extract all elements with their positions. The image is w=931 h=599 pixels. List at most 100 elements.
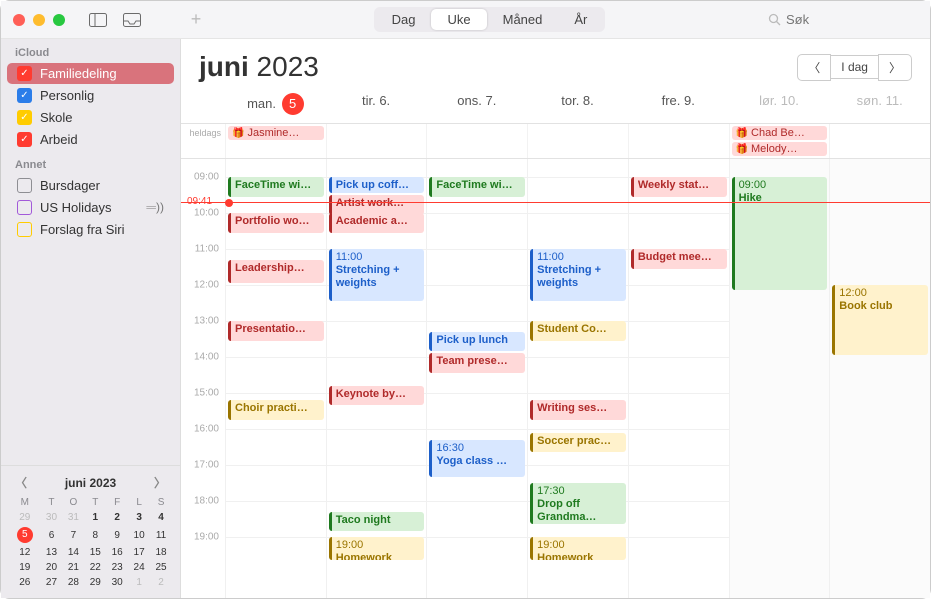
calendar-event[interactable]: Keynote by… bbox=[329, 386, 425, 406]
day-header[interactable]: ons. 7. bbox=[426, 87, 527, 123]
allday-cell[interactable] bbox=[326, 124, 427, 158]
view-month-tab[interactable]: Måned bbox=[487, 9, 559, 30]
mini-day[interactable]: 28 bbox=[62, 575, 84, 590]
allday-cell[interactable] bbox=[527, 124, 628, 158]
allday-event[interactable]: 🎁Jasmine… bbox=[228, 126, 324, 140]
calendar-event[interactable]: 11:00Stretching + weights bbox=[530, 249, 626, 301]
calendar-event[interactable]: Taco night bbox=[329, 512, 425, 532]
inbox-icon[interactable] bbox=[119, 9, 145, 31]
calendar-list-item[interactable]: ✓Skole bbox=[7, 107, 174, 128]
calendar-event[interactable]: 09:00Hike bbox=[732, 177, 828, 290]
mini-day[interactable]: 24 bbox=[128, 560, 150, 575]
allday-cell[interactable]: 🎁Chad Be… 🎁Melody… bbox=[729, 124, 830, 158]
view-week-tab[interactable]: Uke bbox=[431, 9, 486, 30]
mini-day[interactable]: 14 bbox=[62, 545, 84, 560]
mini-day[interactable]: 29 bbox=[84, 575, 106, 590]
calendar-event[interactable]: Student Co… bbox=[530, 321, 626, 341]
calendar-checkbox[interactable] bbox=[17, 222, 32, 237]
calendar-event[interactable]: Writing ses… bbox=[530, 400, 626, 420]
calendar-event[interactable]: Presentatio… bbox=[228, 321, 324, 341]
mini-day[interactable]: 30 bbox=[41, 510, 63, 525]
calendar-checkbox[interactable] bbox=[17, 178, 32, 193]
mini-day[interactable]: 13 bbox=[41, 545, 63, 560]
mini-day[interactable]: 19 bbox=[9, 560, 41, 575]
mini-day[interactable]: 22 bbox=[84, 560, 106, 575]
mini-day[interactable]: 1 bbox=[128, 575, 150, 590]
calendar-list-item[interactable]: Bursdager bbox=[7, 175, 174, 196]
allday-cell[interactable] bbox=[829, 124, 930, 158]
week-grid[interactable]: FaceTime wi… Portfolio wo… Leadership… Pres… bbox=[225, 159, 930, 598]
allday-event[interactable]: 🎁Melody… bbox=[732, 142, 828, 156]
day-column[interactable]: Weekly stat…Budget mee… bbox=[628, 159, 729, 598]
day-header[interactable]: tor. 8. bbox=[527, 87, 628, 123]
mini-day[interactable]: 18 bbox=[150, 545, 172, 560]
calendar-list-item[interactable]: US Holidays𝄗)) bbox=[7, 197, 174, 218]
view-year-tab[interactable]: År bbox=[558, 9, 603, 30]
calendar-event[interactable]: Portfolio wo… bbox=[228, 213, 324, 233]
calendar-checkbox[interactable]: ✓ bbox=[17, 110, 32, 125]
mini-day[interactable]: 26 bbox=[9, 575, 41, 590]
mini-day[interactable]: 7 bbox=[62, 525, 84, 545]
calendar-event[interactable]: 17:30Drop off Grandma… bbox=[530, 483, 626, 524]
mini-day[interactable]: 15 bbox=[84, 545, 106, 560]
view-day-tab[interactable]: Dag bbox=[376, 9, 432, 30]
day-column[interactable]: FaceTime wi… Portfolio wo… Leadership… Pres… bbox=[225, 159, 326, 598]
day-column[interactable]: 12:00Book club bbox=[829, 159, 930, 598]
mini-day[interactable]: 27 bbox=[41, 575, 63, 590]
calendar-event[interactable]: Soccer prac… bbox=[530, 433, 626, 453]
calendar-list-item[interactable]: ✓Familiedeling bbox=[7, 63, 174, 84]
day-header[interactable]: søn. 11. bbox=[829, 87, 930, 123]
mini-day[interactable]: 17 bbox=[128, 545, 150, 560]
day-header[interactable]: man. 5 bbox=[225, 87, 326, 123]
mini-day[interactable]: 10 bbox=[128, 525, 150, 545]
mini-day[interactable]: 23 bbox=[106, 560, 128, 575]
day-header[interactable]: fre. 9. bbox=[628, 87, 729, 123]
calendar-event[interactable]: 19:00Homework bbox=[329, 537, 425, 560]
calendar-event[interactable]: 16:30Yoga class … bbox=[429, 440, 525, 478]
day-column[interactable]: 11:00Stretching + weights Student Co… Writ… bbox=[527, 159, 628, 598]
day-column[interactable]: FaceTime wi…Pick up lunchTeam prese…16:3… bbox=[426, 159, 527, 598]
mini-day[interactable]: 20 bbox=[41, 560, 63, 575]
mini-next-month-button[interactable]: 〉 bbox=[152, 474, 168, 491]
allday-event[interactable]: 🎁Chad Be… bbox=[732, 126, 828, 140]
mini-day[interactable]: 21 bbox=[62, 560, 84, 575]
day-header[interactable]: lør. 10. bbox=[729, 87, 830, 123]
calendar-event[interactable]: FaceTime wi… bbox=[228, 177, 324, 197]
calendar-list-item[interactable]: ✓Arbeid bbox=[7, 129, 174, 150]
allday-cell[interactable]: 🎁Jasmine… bbox=[225, 124, 326, 158]
mini-prev-month-button[interactable]: 〈 bbox=[13, 474, 29, 491]
mini-day[interactable]: 11 bbox=[150, 525, 172, 545]
calendar-event[interactable]: Choir practi… bbox=[228, 400, 324, 420]
calendar-checkbox[interactable]: ✓ bbox=[17, 88, 32, 103]
prev-week-button[interactable]: 〈 bbox=[797, 54, 831, 81]
mini-day[interactable]: 8 bbox=[84, 525, 106, 545]
day-header[interactable]: tir. 6. bbox=[326, 87, 427, 123]
calendar-checkbox[interactable] bbox=[17, 200, 32, 215]
calendar-checkbox[interactable]: ✓ bbox=[17, 132, 32, 147]
allday-cell[interactable] bbox=[628, 124, 729, 158]
search-input[interactable] bbox=[786, 12, 918, 27]
mini-day[interactable]: 29 bbox=[9, 510, 41, 525]
calendar-event[interactable]: 19:00Homework bbox=[530, 537, 626, 560]
mini-day[interactable]: 31 bbox=[62, 510, 84, 525]
calendar-checkbox[interactable]: ✓ bbox=[17, 66, 32, 81]
calendar-event[interactable]: Artist work… bbox=[329, 195, 425, 215]
minimize-window-button[interactable] bbox=[33, 14, 45, 26]
calendar-event[interactable]: 12:00Book club bbox=[832, 285, 928, 355]
add-event-button[interactable]: + bbox=[181, 9, 211, 30]
calendar-event[interactable]: Team prese… bbox=[429, 353, 525, 373]
close-window-button[interactable] bbox=[13, 14, 25, 26]
search-field[interactable] bbox=[768, 12, 918, 27]
mini-day[interactable]: 3 bbox=[128, 510, 150, 525]
calendar-event[interactable]: Leadership… bbox=[228, 260, 324, 283]
calendar-event[interactable]: Academic a… bbox=[329, 213, 425, 233]
mini-day[interactable]: 2 bbox=[106, 510, 128, 525]
calendar-event[interactable]: Pick up lunch bbox=[429, 332, 525, 352]
mini-day[interactable]: 25 bbox=[150, 560, 172, 575]
sidebar-toggle-icon[interactable] bbox=[85, 9, 111, 31]
mini-day[interactable]: 12 bbox=[9, 545, 41, 560]
mini-day[interactable]: 5 bbox=[9, 525, 41, 545]
mini-day[interactable]: 2 bbox=[150, 575, 172, 590]
mini-day[interactable]: 16 bbox=[106, 545, 128, 560]
today-button[interactable]: I dag bbox=[831, 55, 878, 79]
